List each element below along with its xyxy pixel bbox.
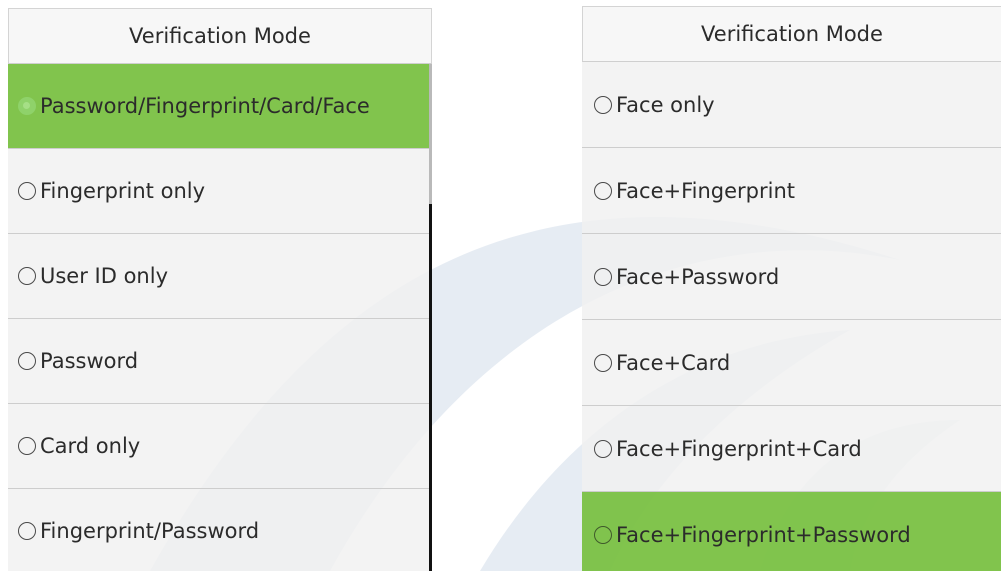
option-face-fingerprint-card[interactable]: Face+Fingerprint+Card xyxy=(582,406,1001,492)
option-label: Face+Card xyxy=(616,350,731,375)
screen: Verification Mode Password/Fingerprint/C… xyxy=(0,0,1001,571)
option-label: Password/Fingerprint/Card/Face xyxy=(40,94,370,118)
radio-selected-icon xyxy=(18,97,36,115)
option-label: Face+Fingerprint xyxy=(616,178,796,203)
option-label: Password xyxy=(40,349,139,373)
scrollbar-thumb[interactable] xyxy=(429,204,432,571)
option-card-only[interactable]: Card only xyxy=(8,404,432,489)
option-label: Face+Password xyxy=(616,264,780,289)
radio-circle-icon xyxy=(594,181,612,200)
radio-circle-icon xyxy=(594,267,612,286)
option-label: Face+Fingerprint+Card xyxy=(616,436,862,461)
option-password-fingerprint-card-face[interactable]: Password/Fingerprint/Card/Face xyxy=(8,64,432,149)
panel-title: Verification Mode xyxy=(582,6,1001,62)
option-label: Face only xyxy=(616,92,715,117)
radio-selected-icon xyxy=(594,525,612,544)
radio-circle-icon xyxy=(594,439,612,458)
option-list: Face only Face+Fingerprint Face+Password… xyxy=(582,62,1001,571)
option-label: Face+Fingerprint+Password xyxy=(616,522,911,547)
radio-circle-icon xyxy=(18,437,36,455)
option-face-fingerprint-password[interactable]: Face+Fingerprint+Password xyxy=(582,492,1001,571)
verification-mode-panel-right: Verification Mode Face only Face+Fingerp… xyxy=(582,6,1001,571)
option-list: Password/Fingerprint/Card/Face Fingerpri… xyxy=(8,64,432,571)
option-face-password[interactable]: Face+Password xyxy=(582,234,1001,320)
option-face-card[interactable]: Face+Card xyxy=(582,320,1001,406)
option-face-fingerprint[interactable]: Face+Fingerprint xyxy=(582,148,1001,234)
radio-circle-icon xyxy=(594,353,612,372)
panel-title: Verification Mode xyxy=(8,8,432,64)
option-face-only[interactable]: Face only xyxy=(582,62,1001,148)
option-label: User ID only xyxy=(40,264,168,288)
option-fingerprint-password[interactable]: Fingerprint/Password xyxy=(8,489,432,571)
radio-circle-icon xyxy=(18,352,36,370)
option-label: Card only xyxy=(40,434,141,458)
radio-circle-icon xyxy=(18,267,36,285)
scrollbar-track[interactable] xyxy=(429,64,432,571)
option-label: Fingerprint only xyxy=(40,179,206,203)
option-fingerprint-only[interactable]: Fingerprint only xyxy=(8,149,432,234)
radio-circle-icon xyxy=(18,182,36,200)
radio-circle-icon xyxy=(18,522,36,540)
option-label: Fingerprint/Password xyxy=(40,519,260,543)
option-password[interactable]: Password xyxy=(8,319,432,404)
radio-circle-icon xyxy=(594,95,612,114)
option-user-id-only[interactable]: User ID only xyxy=(8,234,432,319)
verification-mode-panel-left: Verification Mode Password/Fingerprint/C… xyxy=(8,8,432,571)
